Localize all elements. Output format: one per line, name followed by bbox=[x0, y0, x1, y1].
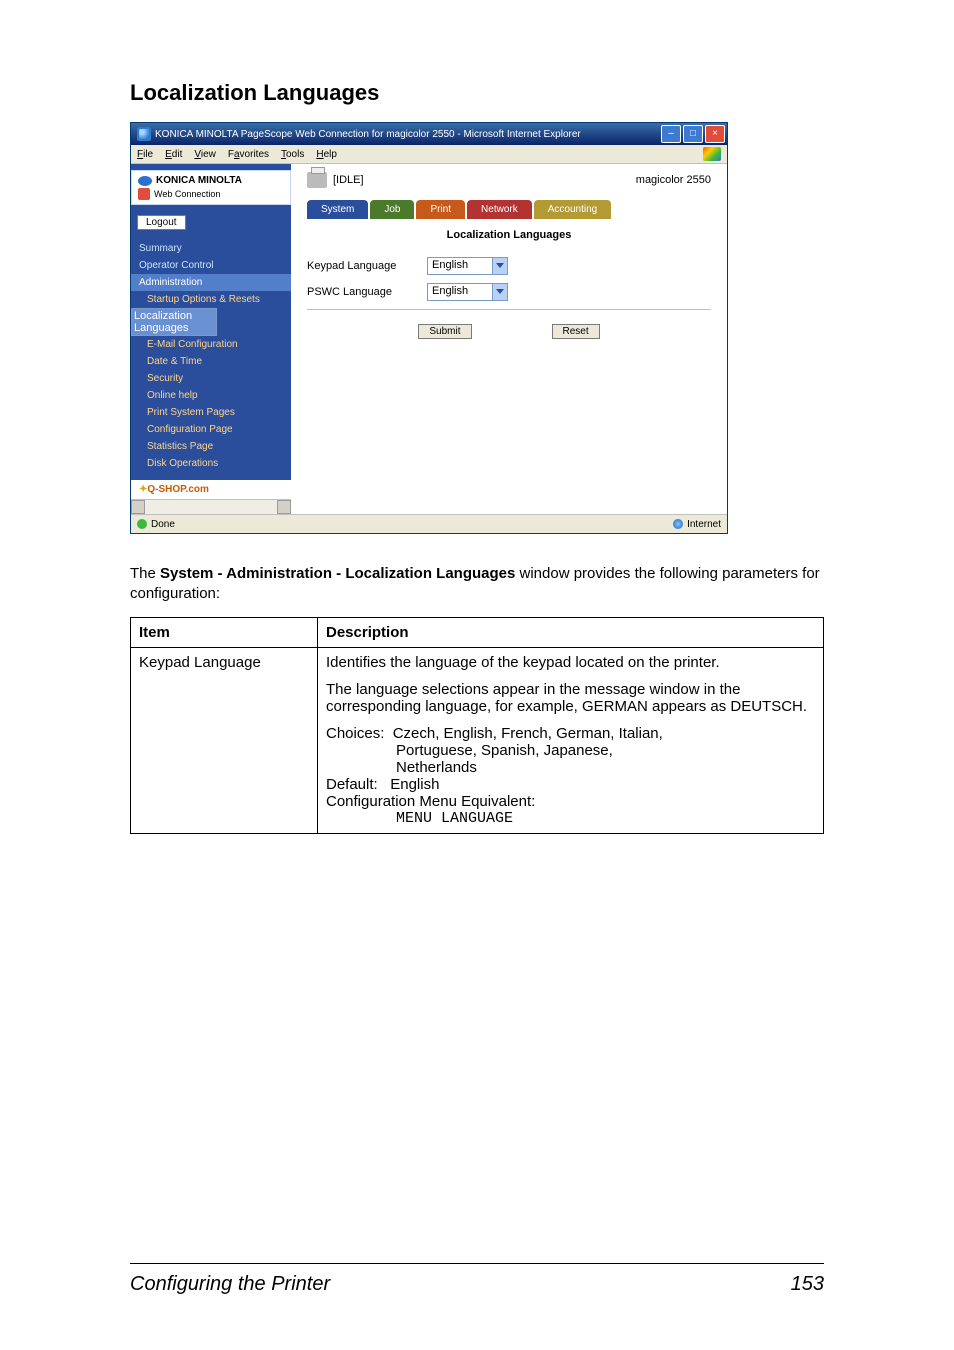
sidebar-scrollbar[interactable] bbox=[131, 499, 291, 514]
sidebar-sub-statspage[interactable]: Statistics Page bbox=[131, 438, 291, 455]
sidebar-item-operator-control[interactable]: Operator Control bbox=[131, 257, 291, 274]
tab-network[interactable]: Network bbox=[467, 200, 532, 219]
chevron-down-icon[interactable] bbox=[492, 258, 507, 274]
qshop-link[interactable]: ✦Q-SHOP.com bbox=[131, 480, 291, 499]
divider bbox=[307, 309, 711, 310]
menu-view[interactable]: View bbox=[194, 149, 216, 160]
page-title: Localization Languages bbox=[291, 219, 727, 257]
status-done: Done bbox=[151, 519, 175, 530]
main-pane: [IDLE] magicolor 2550 System Job Print N… bbox=[291, 164, 727, 514]
ie-menubar: File Edit View Favorites Tools Help bbox=[131, 145, 727, 164]
pswc-language-value: English bbox=[428, 284, 492, 300]
th-description: Description bbox=[318, 617, 824, 647]
tab-system[interactable]: System bbox=[307, 200, 368, 219]
menu-edit[interactable]: Edit bbox=[165, 149, 182, 160]
km-logo-icon bbox=[138, 176, 152, 186]
sidebar-sub-configpage[interactable]: Configuration Page bbox=[131, 421, 291, 438]
menu-favorites[interactable]: Favorites bbox=[228, 149, 269, 160]
pswc-logo-icon bbox=[138, 188, 150, 200]
tabs: System Job Print Network Accounting bbox=[291, 200, 727, 219]
printer-icon bbox=[307, 172, 327, 188]
keypad-language-select[interactable]: English bbox=[427, 257, 508, 275]
ie-window-title: KONICA MINOLTA PageScope Web Connection … bbox=[155, 129, 661, 140]
sidebar-sub-datetime[interactable]: Date & Time bbox=[131, 353, 291, 370]
tab-print[interactable]: Print bbox=[416, 200, 465, 219]
keypad-language-value: English bbox=[428, 258, 492, 274]
scroll-right-icon[interactable] bbox=[277, 500, 291, 514]
brand-km-text: KONICA MINOLTA bbox=[156, 175, 242, 186]
ie-window: KONICA MINOLTA PageScope Web Connection … bbox=[130, 122, 728, 534]
printer-status: [IDLE] bbox=[333, 174, 364, 186]
desc-p1: Identifies the language of the keypad lo… bbox=[326, 654, 815, 671]
maximize-icon[interactable]: □ bbox=[683, 125, 703, 143]
status-zone: Internet bbox=[687, 519, 721, 530]
sidebar-item-summary[interactable]: Summary bbox=[131, 240, 291, 257]
sidebar-item-administration[interactable]: Administration bbox=[131, 274, 291, 291]
brand-pswc-text: Web Connection bbox=[154, 189, 220, 199]
intro-paragraph: The System - Administration - Localizati… bbox=[130, 564, 824, 605]
tab-job[interactable]: Job bbox=[370, 200, 414, 219]
sidebar-sub-security[interactable]: Security bbox=[131, 370, 291, 387]
menu-tools[interactable]: Tools bbox=[281, 149, 304, 160]
printer-model: magicolor 2550 bbox=[636, 174, 711, 186]
window-controls: – □ × bbox=[661, 125, 725, 143]
cell-item: Keypad Language bbox=[131, 647, 318, 833]
footer-page-number: 153 bbox=[791, 1273, 824, 1296]
logout-button[interactable]: Logout bbox=[137, 215, 186, 230]
minimize-icon[interactable]: – bbox=[661, 125, 681, 143]
sidebar-sub-diskops[interactable]: Disk Operations bbox=[131, 455, 291, 472]
sidebar-sub-startup[interactable]: Startup Options & Resets bbox=[131, 291, 291, 308]
ie-statusbar: Done Internet bbox=[131, 514, 727, 533]
reset-button[interactable]: Reset bbox=[552, 324, 600, 339]
menu-file[interactable]: File bbox=[137, 149, 153, 160]
ie-throbber-icon bbox=[703, 147, 721, 161]
footer-title: Configuring the Printer bbox=[130, 1273, 330, 1296]
cell-description: Identifies the language of the keypad lo… bbox=[318, 647, 824, 833]
scroll-left-icon[interactable] bbox=[131, 500, 145, 514]
section-heading: Localization Languages bbox=[130, 80, 824, 106]
sidebar-sub-onlinehelp[interactable]: Online help bbox=[131, 387, 291, 404]
close-icon[interactable]: × bbox=[705, 125, 725, 143]
footer-rule bbox=[130, 1263, 824, 1264]
ie-titlebar: KONICA MINOLTA PageScope Web Connection … bbox=[131, 123, 727, 145]
table-row: Keypad Language Identifies the language … bbox=[131, 647, 824, 833]
desc-p2: The language selections appear in the me… bbox=[326, 681, 815, 715]
desc-choices: Choices: Czech, English, French, German,… bbox=[326, 725, 815, 827]
pswc-language-select[interactable]: English bbox=[427, 283, 508, 301]
chevron-down-icon[interactable] bbox=[492, 284, 507, 300]
tab-accounting[interactable]: Accounting bbox=[534, 200, 611, 219]
brand-block: KONICA MINOLTA Web Connection bbox=[131, 170, 291, 205]
menu-help[interactable]: Help bbox=[316, 149, 337, 160]
sidebar-sub-printsyspages[interactable]: Print System Pages bbox=[131, 404, 291, 421]
done-icon bbox=[137, 519, 147, 529]
ie-app-icon bbox=[137, 127, 151, 141]
th-item: Item bbox=[131, 617, 318, 647]
keypad-language-label: Keypad Language bbox=[307, 260, 427, 272]
sidebar-sub-email[interactable]: E-Mail Configuration bbox=[131, 336, 291, 353]
globe-icon bbox=[673, 519, 683, 529]
sidebar-sub-localization[interactable]: Localization Languages bbox=[131, 308, 217, 336]
page-footer: Configuring the Printer 153 bbox=[130, 1273, 824, 1296]
description-table: Item Description Keypad Language Identif… bbox=[130, 617, 824, 834]
pswc-language-label: PSWC Language bbox=[307, 286, 427, 298]
submit-button[interactable]: Submit bbox=[418, 324, 471, 339]
sidebar: KONICA MINOLTA Web Connection Logout Sum… bbox=[131, 164, 291, 514]
